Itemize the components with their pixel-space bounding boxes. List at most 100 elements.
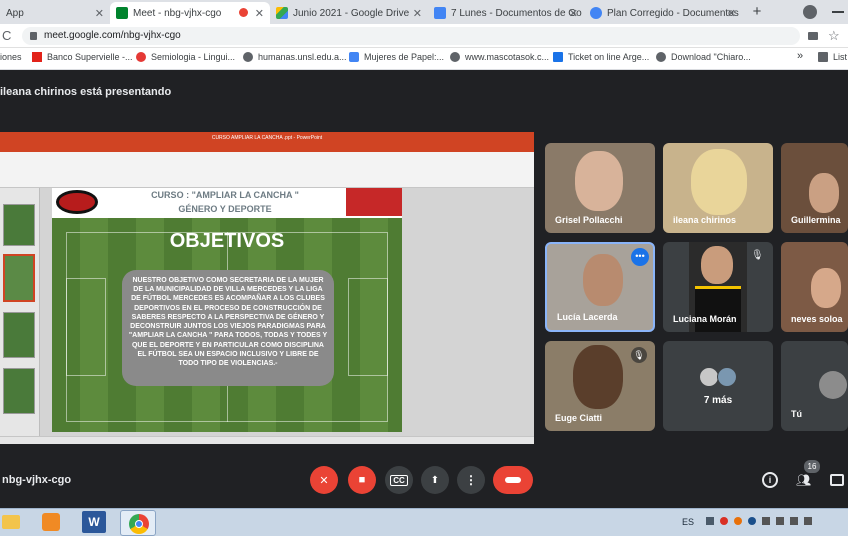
bookmark-item[interactable]: iones	[0, 52, 22, 62]
minimize-icon[interactable]	[832, 11, 844, 13]
participant-tile[interactable]: 🎙︎ Euge Ciatti	[545, 341, 655, 431]
bookmark-label: Download "Chiaro...	[671, 52, 751, 62]
c-icon	[136, 52, 146, 62]
participant-name: Lucía Lacerda	[557, 312, 618, 322]
reading-list[interactable]: List	[818, 52, 847, 62]
thumbnail[interactable]	[3, 204, 35, 246]
participant-tile[interactable]: ••• Lucía Lacerda	[545, 242, 655, 332]
flag-icon	[32, 52, 42, 62]
bookmark-item[interactable]: Semiologia - Lingui...	[136, 52, 235, 62]
bookmark-item[interactable]: Ticket on line Arge...	[553, 52, 649, 62]
bookmark-item[interactable]: Download "Chiaro...	[656, 52, 751, 62]
bookmark-item[interactable]: humanas.unsl.edu.a...	[243, 52, 347, 62]
more-options-icon[interactable]: •••	[631, 248, 649, 266]
present-icon: ⬆	[430, 474, 440, 486]
tab-strip: App ✕ Meet - nbg-vjhx-cgo ✕ Junio 2021 -…	[0, 0, 848, 24]
up-arrow-icon	[706, 517, 714, 525]
bookmark-label: humanas.unsl.edu.a...	[258, 52, 347, 62]
close-icon[interactable]: ✕	[727, 7, 736, 20]
bookmark-label: www.mascotasok.c...	[465, 52, 550, 62]
tray-icons[interactable]	[706, 517, 830, 529]
people-icon[interactable]: 👥︎	[796, 473, 812, 487]
mic-off-icon: ✕	[319, 474, 329, 487]
more-participants-tile[interactable]: 7 más	[663, 341, 773, 431]
meeting-code: nbg-vjhx-cgo	[2, 474, 72, 486]
municipality-logo	[346, 188, 402, 216]
tab-meet[interactable]: Meet - nbg-vjhx-cgo ✕	[110, 2, 270, 24]
participant-tile[interactable]: ileana chirinos	[663, 143, 773, 233]
new-tab-button[interactable]: +	[748, 3, 766, 21]
info-icon[interactable]: i	[762, 472, 778, 488]
hangup-icon	[505, 477, 521, 483]
app-tray-icon	[734, 517, 742, 525]
bookmark-label: List	[833, 52, 848, 62]
url-input[interactable]: meet.google.com/nbg-vjhx-cgo	[22, 27, 800, 45]
close-icon[interactable]: ✕	[255, 7, 264, 20]
slide-subheader: GÉNERO Y DEPORTE	[178, 204, 272, 214]
profile-icon[interactable]	[803, 5, 817, 19]
tab-app[interactable]: App ✕	[0, 2, 110, 24]
list-icon	[818, 52, 828, 62]
camera-toggle-button[interactable]: ■	[348, 466, 376, 494]
close-icon[interactable]: ✕	[95, 7, 104, 20]
slide-title: OBJETIVOS	[169, 230, 285, 252]
ppt-ribbon	[0, 152, 534, 188]
hangup-button[interactable]	[493, 466, 533, 494]
reload-icon[interactable]: C	[2, 28, 11, 43]
language-indicator[interactable]: ES	[682, 517, 694, 527]
shared-screen: CURSO AMPLIAR LA CANCHA .ppt - PowerPoin…	[0, 132, 534, 444]
thumbnail[interactable]	[3, 254, 35, 302]
thumbnail[interactable]	[3, 368, 35, 414]
participant-tile[interactable]: 🎙︎ Luciana Morán	[663, 242, 773, 332]
file-explorer-icon[interactable]	[2, 515, 20, 529]
participant-name: Luciana Morán	[673, 314, 737, 324]
camera-icon[interactable]	[808, 32, 818, 40]
present-button[interactable]: ⬆	[421, 466, 449, 494]
media-player-icon[interactable]	[42, 513, 60, 531]
captions-button[interactable]: CC	[385, 466, 413, 494]
self-tile[interactable]: Tú	[781, 341, 848, 431]
participant-name: Tú	[791, 409, 802, 419]
participant-tile[interactable]: Guillermina	[781, 143, 848, 233]
meet-icon	[116, 7, 128, 19]
address-bar-row: C meet.google.com/nbg-vjhx-cgo ☆	[0, 24, 848, 48]
mic-toggle-button[interactable]: ✕	[310, 466, 338, 494]
os-taskbar: W ES	[0, 508, 848, 536]
participant-video	[809, 173, 839, 213]
bookmark-item[interactable]: Mujeres de Papel:...	[349, 52, 444, 62]
tab-docs-lunes[interactable]: 7 Lunes - Documentos de Go ✕	[428, 2, 584, 24]
muted-mic-icon: 🎙︎	[631, 347, 647, 363]
bookmark-label: iones	[0, 52, 22, 62]
ppt-statusbar	[0, 436, 534, 444]
participant-name: Grisel Pollacchi	[555, 215, 623, 225]
participant-name: Guillermina	[791, 215, 841, 225]
participant-video	[691, 149, 747, 215]
participant-name: Euge Ciatti	[555, 413, 603, 423]
bookmark-label: Semiologia - Lingui...	[151, 52, 236, 62]
participant-tile[interactable]: neves soloa	[781, 242, 848, 332]
bookmarks-overflow[interactable]: »	[797, 50, 803, 62]
chat-icon[interactable]	[830, 474, 844, 486]
participant-video	[811, 268, 841, 308]
volume-icon	[804, 517, 812, 525]
self-avatar	[819, 371, 847, 399]
tab-label: Plan Corregido - Documentos	[607, 7, 739, 19]
slide-header: CURSO : "AMPLIAR LA CANCHA "	[151, 190, 299, 200]
more-options-button[interactable]: ⋮	[457, 466, 485, 494]
thumbnail[interactable]	[3, 312, 35, 358]
tab-drive[interactable]: Junio 2021 - Google Drive ✕	[270, 2, 428, 24]
word-icon[interactable]: W	[82, 511, 106, 533]
close-icon[interactable]: ✕	[413, 7, 422, 20]
participant-tile[interactable]: Grisel Pollacchi	[545, 143, 655, 233]
chrome-icon[interactable]	[120, 510, 156, 536]
bookmark-item[interactable]: Banco Supervielle -...	[32, 52, 133, 62]
bookmark-item[interactable]: www.mascotasok.c...	[450, 52, 549, 62]
tab-docs-plan[interactable]: Plan Corregido - Documentos ✕	[584, 2, 742, 24]
slide-body: NUESTRO OBJETIVO COMO SECRETARIA DE LA M…	[122, 270, 334, 386]
close-icon[interactable]: ✕	[569, 7, 578, 20]
avatar	[699, 367, 719, 387]
participant-count-badge: 16	[804, 460, 820, 473]
bookmark-star-icon[interactable]: ☆	[828, 28, 840, 44]
overflow-label: »	[797, 50, 804, 62]
app-tray-icon	[762, 517, 770, 525]
